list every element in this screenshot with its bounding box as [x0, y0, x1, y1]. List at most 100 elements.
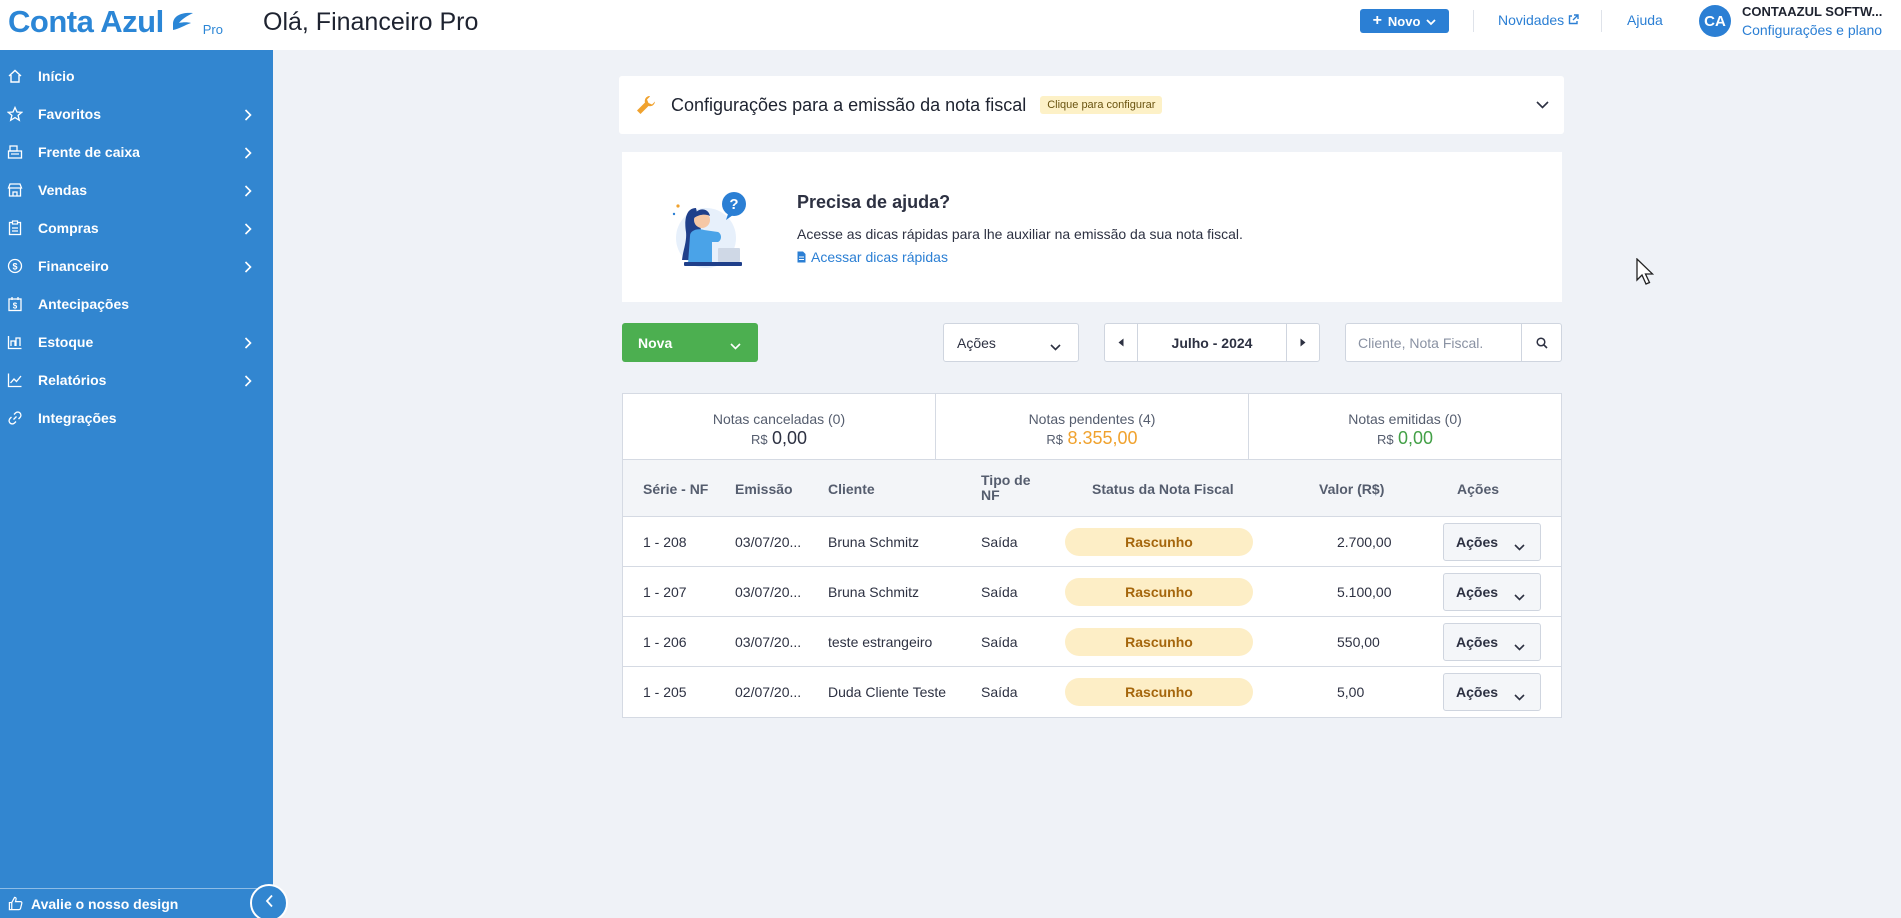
caret-right-icon: [1300, 338, 1306, 347]
previous-month-button[interactable]: [1105, 324, 1137, 361]
feedback-link[interactable]: Avalie o nosso design: [0, 888, 273, 918]
avatar[interactable]: CA: [1699, 5, 1731, 37]
sidebar-item-estoque[interactable]: Estoque: [0, 323, 273, 361]
search-input[interactable]: [1346, 324, 1521, 361]
current-month-label[interactable]: Julho - 2024: [1137, 324, 1287, 361]
cell-emissao: 02/07/20...: [735, 684, 802, 700]
collapse-sidebar-button[interactable]: [250, 884, 288, 918]
cell-cliente: Duda Cliente Teste: [828, 684, 947, 700]
account-plan-link[interactable]: Configurações e plano: [1742, 22, 1882, 38]
sidebar-item-integracoes[interactable]: Integrações: [0, 399, 273, 437]
sidebar-item-compras[interactable]: Compras: [0, 209, 273, 247]
chevron-right-icon: [244, 374, 252, 390]
sidebar-item-relatorios[interactable]: Relatórios: [0, 361, 273, 399]
nfe-config-panel[interactable]: Configurações para a emissão da nota fis…: [619, 76, 1564, 134]
help-description: Acesse as dicas rápidas para lhe auxilia…: [797, 226, 1243, 242]
summary-cancelled[interactable]: Notas canceladas (0) R$ 0,00: [623, 394, 936, 459]
cell-tipo: Saída: [981, 684, 1018, 700]
summary-issued[interactable]: Notas emitidas (0) R$ 0,00: [1249, 394, 1561, 459]
cash-register-icon: [7, 144, 23, 160]
chevron-down-icon: [1426, 14, 1437, 29]
sidebar-item-vendas[interactable]: Vendas: [0, 171, 273, 209]
row-actions-button[interactable]: Ações: [1443, 523, 1541, 561]
column-header-tipo[interactable]: Tipo de NF: [981, 473, 1037, 503]
column-header-serie[interactable]: Série - NF: [643, 481, 708, 497]
plus-icon: +: [1372, 12, 1382, 29]
configure-badge[interactable]: Clique para configurar: [1040, 96, 1163, 114]
bulk-actions-label: Ações: [957, 334, 996, 351]
bulk-actions-dropdown[interactable]: Ações: [943, 323, 1079, 362]
row-actions-label: Ações: [1456, 634, 1499, 650]
sidebar-item-inicio[interactable]: Início: [0, 57, 273, 95]
cell-cliente: Bruna Schmitz: [828, 534, 920, 550]
svg-text:$: $: [12, 262, 17, 272]
cell-valor: 5,00: [1337, 684, 1365, 700]
chevron-down-icon: [1514, 688, 1525, 704]
summary-label: Notas emitidas (0): [1348, 411, 1462, 427]
greeting-title: Olá, Financeiro Pro: [263, 8, 479, 36]
document-icon: [797, 251, 806, 263]
summary-pending[interactable]: Notas pendentes (4) R$ 8.355,00: [936, 394, 1249, 459]
feedback-label: Avalie o nosso design: [31, 895, 179, 912]
table-row[interactable]: 1 - 205 02/07/20... Duda Cliente Teste S…: [623, 667, 1561, 717]
row-actions-label: Ações: [1456, 684, 1499, 700]
header-divider: [1473, 10, 1474, 32]
novidades-link[interactable]: Novidades: [1498, 12, 1579, 28]
config-title: Configurações para a emissão da nota fis…: [671, 94, 1027, 115]
invoice-table: Série - NF Emissão Cliente Tipo de NF St…: [622, 460, 1562, 718]
help-illustration: ?: [668, 190, 750, 272]
table-row[interactable]: 1 - 207 03/07/20... Bruna Schmitz Saída …: [623, 567, 1561, 617]
sidebar-item-label: Favoritos: [38, 106, 102, 122]
logo-text: Conta Azul: [8, 4, 164, 39]
ajuda-link[interactable]: Ajuda: [1627, 12, 1663, 28]
new-button[interactable]: + Novo: [1360, 9, 1449, 33]
cell-emissao: 03/07/20...: [735, 584, 802, 600]
cell-valor: 5.100,00: [1337, 584, 1392, 600]
chevron-down-icon[interactable]: [1536, 101, 1549, 109]
next-month-button[interactable]: [1287, 324, 1319, 361]
svg-text:?: ?: [729, 196, 738, 213]
chevron-right-icon: [244, 222, 252, 238]
column-header-status[interactable]: Status da Nota Fiscal: [1092, 481, 1234, 497]
wrench-icon: [635, 94, 657, 116]
table-row[interactable]: 1 - 208 03/07/20... Bruna Schmitz Saída …: [623, 517, 1561, 567]
conta-azul-logo[interactable]: Conta Azul Pro: [8, 4, 223, 40]
column-header-cliente[interactable]: Cliente: [828, 481, 875, 497]
row-actions-button[interactable]: Ações: [1443, 673, 1541, 711]
thumbs-up-icon: [8, 896, 23, 911]
sidebar-item-label: Frente de caixa: [38, 144, 140, 160]
search-button[interactable]: [1521, 324, 1561, 361]
currency-symbol: R$: [750, 432, 768, 447]
top-header: Conta Azul Pro Olá, Financeiro Pro + Nov…: [0, 0, 1901, 50]
sidebar: Início Favoritos Frente de caixa Vendas …: [0, 50, 273, 918]
table-row[interactable]: 1 - 206 03/07/20... teste estrangeiro Sa…: [623, 617, 1561, 667]
chevron-down-icon: [1514, 638, 1525, 654]
currency-symbol: R$: [1046, 432, 1064, 447]
month-navigator: Julho - 2024: [1104, 323, 1320, 362]
status-badge: Rascunho: [1065, 628, 1253, 656]
row-actions-button[interactable]: Ações: [1443, 623, 1541, 661]
plan-badge: Pro: [202, 22, 223, 37]
summary-label: Notas canceladas (0): [712, 411, 846, 427]
sidebar-item-favoritos[interactable]: Favoritos: [0, 95, 273, 133]
sidebar-item-label: Compras: [38, 220, 99, 236]
status-badge: Rascunho: [1065, 578, 1253, 606]
sidebar-item-label: Vendas: [38, 182, 88, 198]
cell-tipo: Saída: [981, 634, 1018, 650]
sidebar-item-antecipacoes[interactable]: $ Antecipações: [0, 285, 273, 323]
cell-serie: 1 - 205: [643, 684, 687, 700]
new-invoice-button[interactable]: Nova: [622, 323, 758, 362]
invoice-summary: Notas canceladas (0) R$ 0,00 Notas pende…: [622, 393, 1562, 460]
calendar-dollar-icon: $: [7, 296, 23, 312]
column-header-valor[interactable]: Valor (R$): [1319, 481, 1384, 497]
currency-symbol: R$: [1376, 432, 1394, 447]
chevron-right-icon: [244, 146, 252, 162]
quick-tips-link[interactable]: Acessar dicas rápidas: [797, 249, 948, 265]
sidebar-item-frente-de-caixa[interactable]: Frente de caixa: [0, 133, 273, 171]
cell-emissao: 03/07/20...: [735, 534, 802, 550]
account-name[interactable]: CONTAAZUL SOFTW...: [1742, 4, 1882, 19]
row-actions-button[interactable]: Ações: [1443, 573, 1541, 611]
sidebar-item-financeiro[interactable]: $ Financeiro: [0, 247, 273, 285]
cell-serie: 1 - 207: [643, 584, 687, 600]
column-header-emissao[interactable]: Emissão: [735, 481, 793, 497]
